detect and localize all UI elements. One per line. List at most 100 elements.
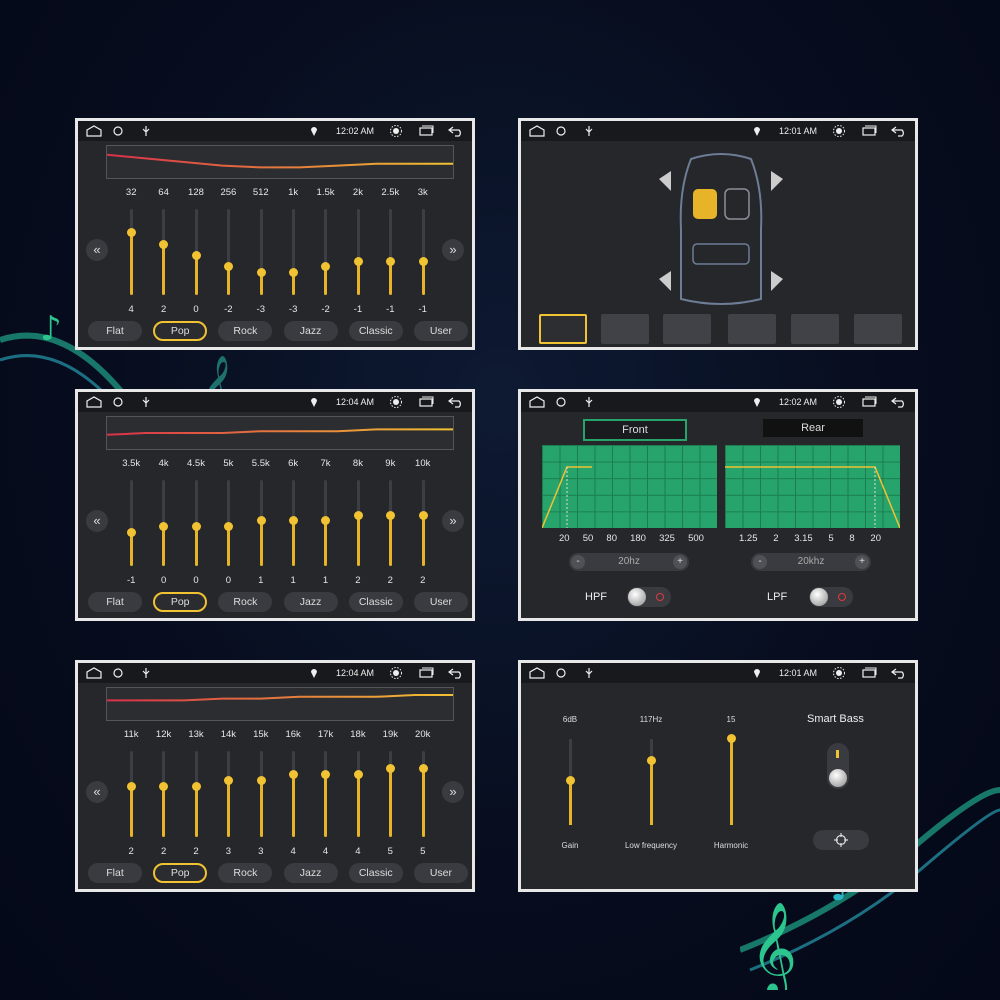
home-icon[interactable] [86,396,102,408]
eq-band-slider[interactable] [245,480,277,568]
home-icon[interactable] [529,396,545,408]
eq-band-slider[interactable] [212,209,244,297]
preset-classic-button[interactable]: Classic [348,321,403,341]
preset-pop-button[interactable]: Pop [153,592,208,612]
slider-knob[interactable] [224,775,234,785]
smart-bass-settings-button[interactable] [813,830,869,850]
recent-apps-icon[interactable] [418,667,434,679]
eq-band-slider[interactable] [277,480,309,568]
smart-bass-toggle[interactable] [827,743,849,789]
eq-band-slider[interactable] [147,480,179,568]
home-icon[interactable] [86,125,102,137]
slider-knob[interactable] [224,262,234,272]
speaker-preset-driver[interactable] [539,314,587,344]
preset-user-button[interactable]: User [413,592,468,612]
eq-band-slider[interactable] [115,751,147,839]
speaker-preset-front[interactable] [791,314,839,344]
preset-pop-button[interactable]: Pop [153,321,208,341]
eq-band-slider[interactable] [342,209,374,297]
slider-knob[interactable] [127,527,136,537]
slider-knob[interactable] [191,781,201,791]
slider-knob[interactable] [386,510,396,520]
prev-band-button[interactable]: « [86,510,108,532]
location-settings-icon[interactable] [112,667,128,679]
harmonic-slider-knob[interactable] [727,734,736,743]
recent-apps-icon[interactable] [418,396,434,408]
slider-knob[interactable] [159,239,169,249]
hpf-toggle[interactable] [627,587,671,607]
preset-user-button[interactable]: User [413,863,468,883]
back-icon[interactable] [448,396,464,408]
hpf-plus-button[interactable]: + [673,555,687,569]
eq-band-slider[interactable] [407,751,439,839]
home-icon[interactable] [529,667,545,679]
slider-knob[interactable] [127,781,136,791]
slider-knob[interactable] [386,256,396,266]
lpf-plus-button[interactable]: + [855,555,869,569]
location-settings-icon[interactable] [555,396,571,408]
back-icon[interactable] [891,667,907,679]
eq-band-slider[interactable] [245,209,277,297]
slider-knob[interactable] [321,516,331,526]
next-band-button[interactable]: » [442,239,464,261]
next-band-button[interactable]: » [442,781,464,803]
rear-tab[interactable]: Rear [763,419,863,437]
front-tab[interactable]: Front [583,419,687,441]
location-settings-icon[interactable] [112,396,128,408]
speaker-preset-custom[interactable] [854,314,902,344]
slider-knob[interactable] [288,770,298,780]
slider-knob[interactable] [418,764,428,774]
slider-knob[interactable] [288,268,298,278]
eq-band-slider[interactable] [342,751,374,839]
slider-knob[interactable] [224,522,234,531]
eq-band-slider[interactable] [374,480,406,568]
lpf-minus-button[interactable]: - [753,555,767,569]
slider-knob[interactable] [418,510,428,520]
next-band-button[interactable]: » [442,510,464,532]
slider-knob[interactable] [288,516,298,526]
eq-band-slider[interactable] [180,751,212,839]
slider-knob[interactable] [256,775,266,785]
location-settings-icon[interactable] [555,125,571,137]
slider-knob[interactable] [386,764,396,774]
preset-classic-button[interactable]: Classic [348,592,403,612]
eq-band-slider[interactable] [180,209,212,297]
slider-knob[interactable] [418,256,428,266]
brightness-icon[interactable] [831,667,847,679]
slider-knob[interactable] [321,770,331,780]
eq-band-slider[interactable] [212,751,244,839]
preset-user-button[interactable]: User [413,321,468,341]
hpf-minus-button[interactable]: - [571,555,585,569]
slider-knob[interactable] [127,228,136,238]
preset-pop-button[interactable]: Pop [153,863,208,883]
eq-band-slider[interactable] [407,480,439,568]
brightness-icon[interactable] [388,396,404,408]
preset-jazz-button[interactable]: Jazz [283,863,338,883]
eq-band-slider[interactable] [277,209,309,297]
preset-flat-button[interactable]: Flat [88,863,142,883]
eq-band-slider[interactable] [147,751,179,839]
slider-knob[interactable] [191,251,201,260]
location-settings-icon[interactable] [112,125,128,137]
back-icon[interactable] [448,125,464,137]
eq-band-slider[interactable] [342,480,374,568]
brightness-icon[interactable] [388,667,404,679]
eq-band-slider[interactable] [309,209,341,297]
eq-band-slider[interactable] [115,480,147,568]
recent-apps-icon[interactable] [861,396,877,408]
slider-knob[interactable] [256,268,266,278]
brightness-icon[interactable] [388,125,404,137]
slider-knob[interactable] [191,522,201,531]
recent-apps-icon[interactable] [861,125,877,137]
preset-rock-button[interactable]: Rock [218,321,273,341]
lpf-toggle[interactable] [809,587,853,607]
back-icon[interactable] [448,667,464,679]
eq-band-slider[interactable] [407,209,439,297]
gain-slider-knob[interactable] [566,776,575,785]
eq-band-slider[interactable] [180,480,212,568]
back-icon[interactable] [891,125,907,137]
eq-band-slider[interactable] [245,751,277,839]
speaker-preset-rear-right[interactable] [728,314,776,344]
preset-rock-button[interactable]: Rock [218,863,273,883]
eq-band-slider[interactable] [115,209,147,297]
